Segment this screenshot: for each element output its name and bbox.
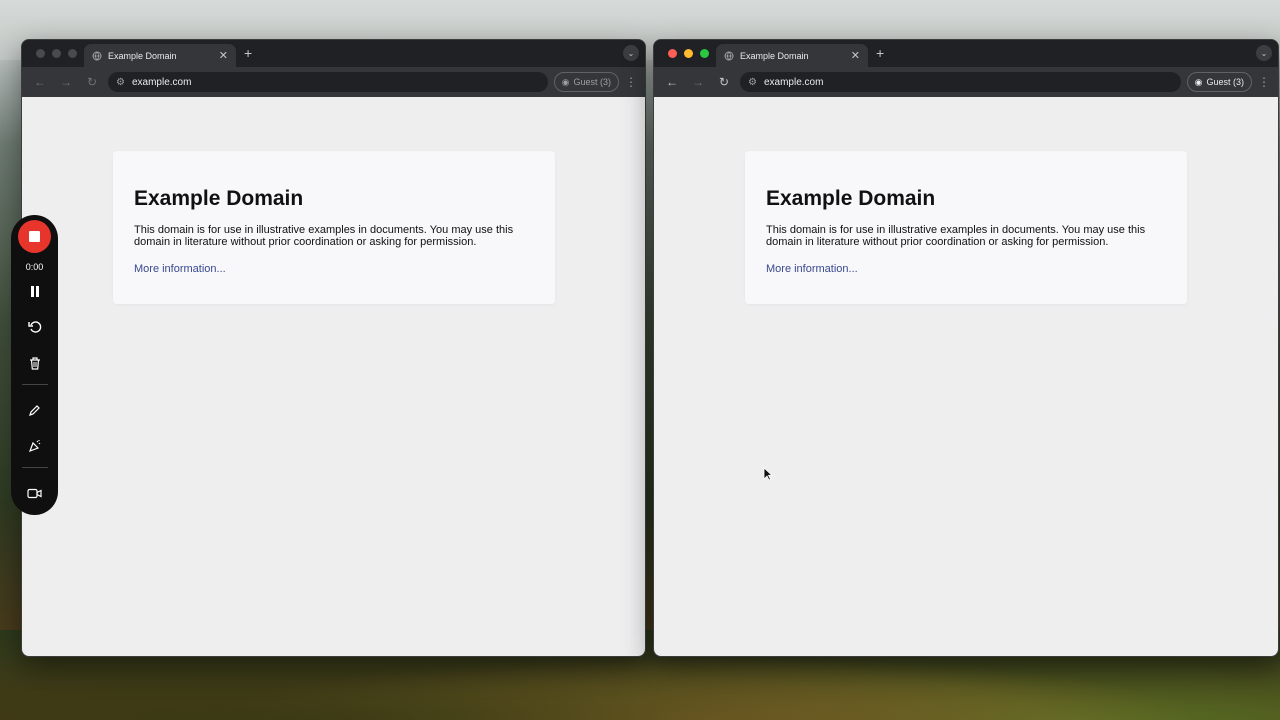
tab-title: Example Domain	[108, 50, 177, 61]
browser-window-left: Example Domain ✕ + ⌄ ← → ↻ ⚙ example.com…	[21, 39, 646, 657]
address-bar[interactable]: ⚙ example.com	[108, 72, 548, 92]
back-arrow-icon[interactable]: ←	[30, 72, 50, 92]
recording-toolbar: 0:00	[11, 215, 58, 515]
camera-icon	[27, 488, 42, 498]
reload-icon[interactable]: ↻	[82, 72, 102, 92]
chevron-down-icon[interactable]: ⌄	[623, 45, 639, 61]
page-description: This domain is for use in illustrative e…	[766, 224, 1146, 248]
effects-button[interactable]	[20, 431, 50, 461]
profile-button[interactable]: ◉ Guest (3)	[1186, 72, 1252, 92]
person-icon: ◉	[1194, 76, 1203, 87]
content-card: Example Domain This domain is for use in…	[113, 151, 555, 304]
minimize-window-button[interactable]	[684, 49, 693, 58]
url-text: example.com	[763, 76, 824, 88]
globe-icon	[92, 51, 102, 60]
stop-recording-button[interactable]	[18, 220, 51, 253]
pause-icon	[30, 285, 39, 297]
toolbar-divider	[21, 467, 48, 468]
toolbar-divider	[21, 384, 48, 385]
tab-title: Example Domain	[740, 50, 809, 61]
reload-icon[interactable]: ↻	[714, 72, 734, 92]
effects-icon	[28, 440, 40, 453]
content-card: Example Domain This domain is for use in…	[745, 151, 1187, 304]
close-window-button[interactable]	[668, 49, 677, 58]
kebab-menu-icon[interactable]: ⋮	[1258, 75, 1270, 89]
restart-icon	[27, 321, 41, 333]
browser-window-right: Example Domain ✕ + ⌄ ← → ↻ ⚙ example.com…	[653, 39, 1279, 657]
stop-icon	[29, 231, 40, 242]
kebab-menu-icon[interactable]: ⋮	[625, 75, 637, 89]
new-tab-icon[interactable]: +	[244, 45, 252, 61]
site-settings-icon[interactable]: ⚙	[116, 77, 125, 88]
close-window-button[interactable]	[36, 49, 45, 58]
page-viewport: Example Domain This domain is for use in…	[654, 97, 1278, 656]
profile-button[interactable]: ◉ Guest (3)	[553, 72, 619, 92]
window-controls	[668, 49, 709, 58]
recording-timer: 0:00	[25, 262, 44, 272]
toolbar: ← → ↻ ⚙ example.com ◉ Guest (3) ⋮	[22, 67, 645, 97]
zoom-window-button[interactable]	[68, 49, 77, 58]
page-viewport: Example Domain This domain is for use in…	[22, 97, 645, 656]
forward-arrow-icon[interactable]: →	[56, 72, 76, 92]
forward-arrow-icon[interactable]: →	[688, 72, 708, 92]
page-title: Example Domain	[766, 187, 936, 210]
minimize-window-button[interactable]	[52, 49, 61, 58]
tab-close-icon[interactable]: ✕	[851, 49, 860, 62]
back-arrow-icon[interactable]: ←	[662, 72, 682, 92]
delete-button[interactable]	[20, 348, 50, 378]
zoom-window-button[interactable]	[700, 49, 709, 58]
tab-example-domain[interactable]: Example Domain ✕	[84, 44, 236, 67]
tab-strip: Example Domain ✕ + ⌄	[654, 40, 1278, 67]
new-tab-icon[interactable]: +	[876, 45, 884, 61]
trash-icon	[29, 356, 40, 370]
profile-label: Guest (3)	[573, 77, 611, 87]
toolbar: ← → ↻ ⚙ example.com ◉ Guest (3) ⋮	[654, 67, 1278, 97]
chevron-down-icon[interactable]: ⌄	[1256, 45, 1272, 61]
restart-button[interactable]	[20, 312, 50, 342]
tab-close-icon[interactable]: ✕	[219, 49, 228, 62]
tab-example-domain[interactable]: Example Domain ✕	[716, 44, 868, 67]
page-description: This domain is for use in illustrative e…	[134, 224, 514, 248]
window-controls	[36, 49, 77, 58]
mouse-cursor-icon	[763, 467, 773, 481]
globe-icon	[724, 51, 734, 60]
address-bar[interactable]: ⚙ example.com	[740, 72, 1181, 92]
person-icon: ◉	[561, 76, 570, 87]
pen-icon	[29, 404, 40, 416]
draw-button[interactable]	[20, 395, 50, 425]
profile-label: Guest (3)	[1206, 77, 1244, 87]
more-info-link[interactable]: More information...	[766, 263, 858, 275]
more-info-link[interactable]: More information...	[134, 263, 226, 275]
page-title: Example Domain	[134, 187, 304, 210]
pause-button[interactable]	[20, 276, 50, 306]
tab-strip: Example Domain ✕ + ⌄	[22, 40, 645, 67]
site-settings-icon[interactable]: ⚙	[748, 77, 757, 88]
url-text: example.com	[131, 76, 192, 88]
camera-button[interactable]	[20, 478, 50, 508]
